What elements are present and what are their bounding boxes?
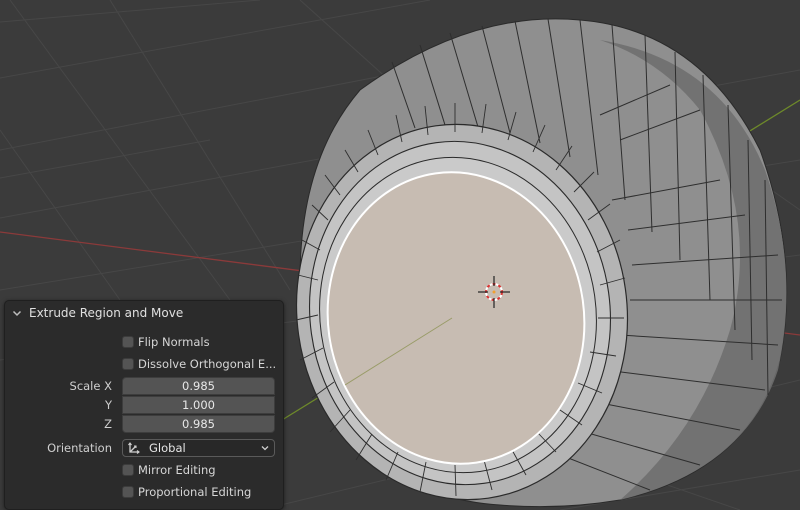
row-flip-normals: Flip Normals (5, 333, 283, 351)
row-orientation: Orientation Global (5, 439, 283, 457)
checkbox-box[interactable] (122, 486, 134, 498)
dissolve-orthogonal-checkbox[interactable]: Dissolve Orthogonal E... (122, 355, 276, 373)
row-scale-y: Y 1.000 (5, 396, 283, 414)
scale-z-label: Z (104, 417, 112, 431)
checkbox-label: Dissolve Orthogonal E... (138, 357, 277, 371)
checkbox-label: Proportional Editing (138, 485, 252, 499)
row-proportional-editing: Proportional Editing (5, 483, 283, 501)
orientation-value: Global (149, 441, 186, 455)
chevron-down-icon[interactable] (11, 307, 23, 319)
checkbox-label: Mirror Editing (138, 463, 216, 477)
operator-panel[interactable]: Extrude Region and Move Flip Normals Dis… (4, 300, 284, 510)
flip-normals-checkbox[interactable]: Flip Normals (122, 333, 210, 351)
scale-y-field[interactable]: 1.000 (122, 396, 275, 414)
checkbox-box[interactable] (122, 336, 134, 348)
scale-z-field[interactable]: 0.985 (122, 415, 275, 433)
checkbox-box[interactable] (122, 464, 134, 476)
transform-orientation-icon (128, 442, 140, 454)
mirror-editing-checkbox[interactable]: Mirror Editing (122, 461, 216, 479)
row-scale-z: Z 0.985 (5, 415, 283, 433)
orientation-dropdown[interactable]: Global (122, 439, 275, 457)
checkbox-label: Flip Normals (138, 335, 210, 349)
panel-header[interactable]: Extrude Region and Move (5, 301, 283, 325)
row-scale-x: Scale X 0.985 (5, 377, 283, 395)
chevron-down-icon (261, 446, 269, 451)
scale-x-field[interactable]: 0.985 (122, 377, 275, 395)
proportional-editing-checkbox[interactable]: Proportional Editing (122, 483, 251, 501)
checkbox-box[interactable] (122, 358, 134, 370)
scale-x-label: Scale X (69, 379, 112, 393)
scale-y-label: Y (104, 398, 112, 412)
orientation-label: Orientation (47, 441, 112, 455)
row-mirror-editing: Mirror Editing (5, 461, 283, 479)
panel-title: Extrude Region and Move (29, 306, 184, 320)
row-dissolve-orthogonal: Dissolve Orthogonal E... (5, 355, 283, 373)
